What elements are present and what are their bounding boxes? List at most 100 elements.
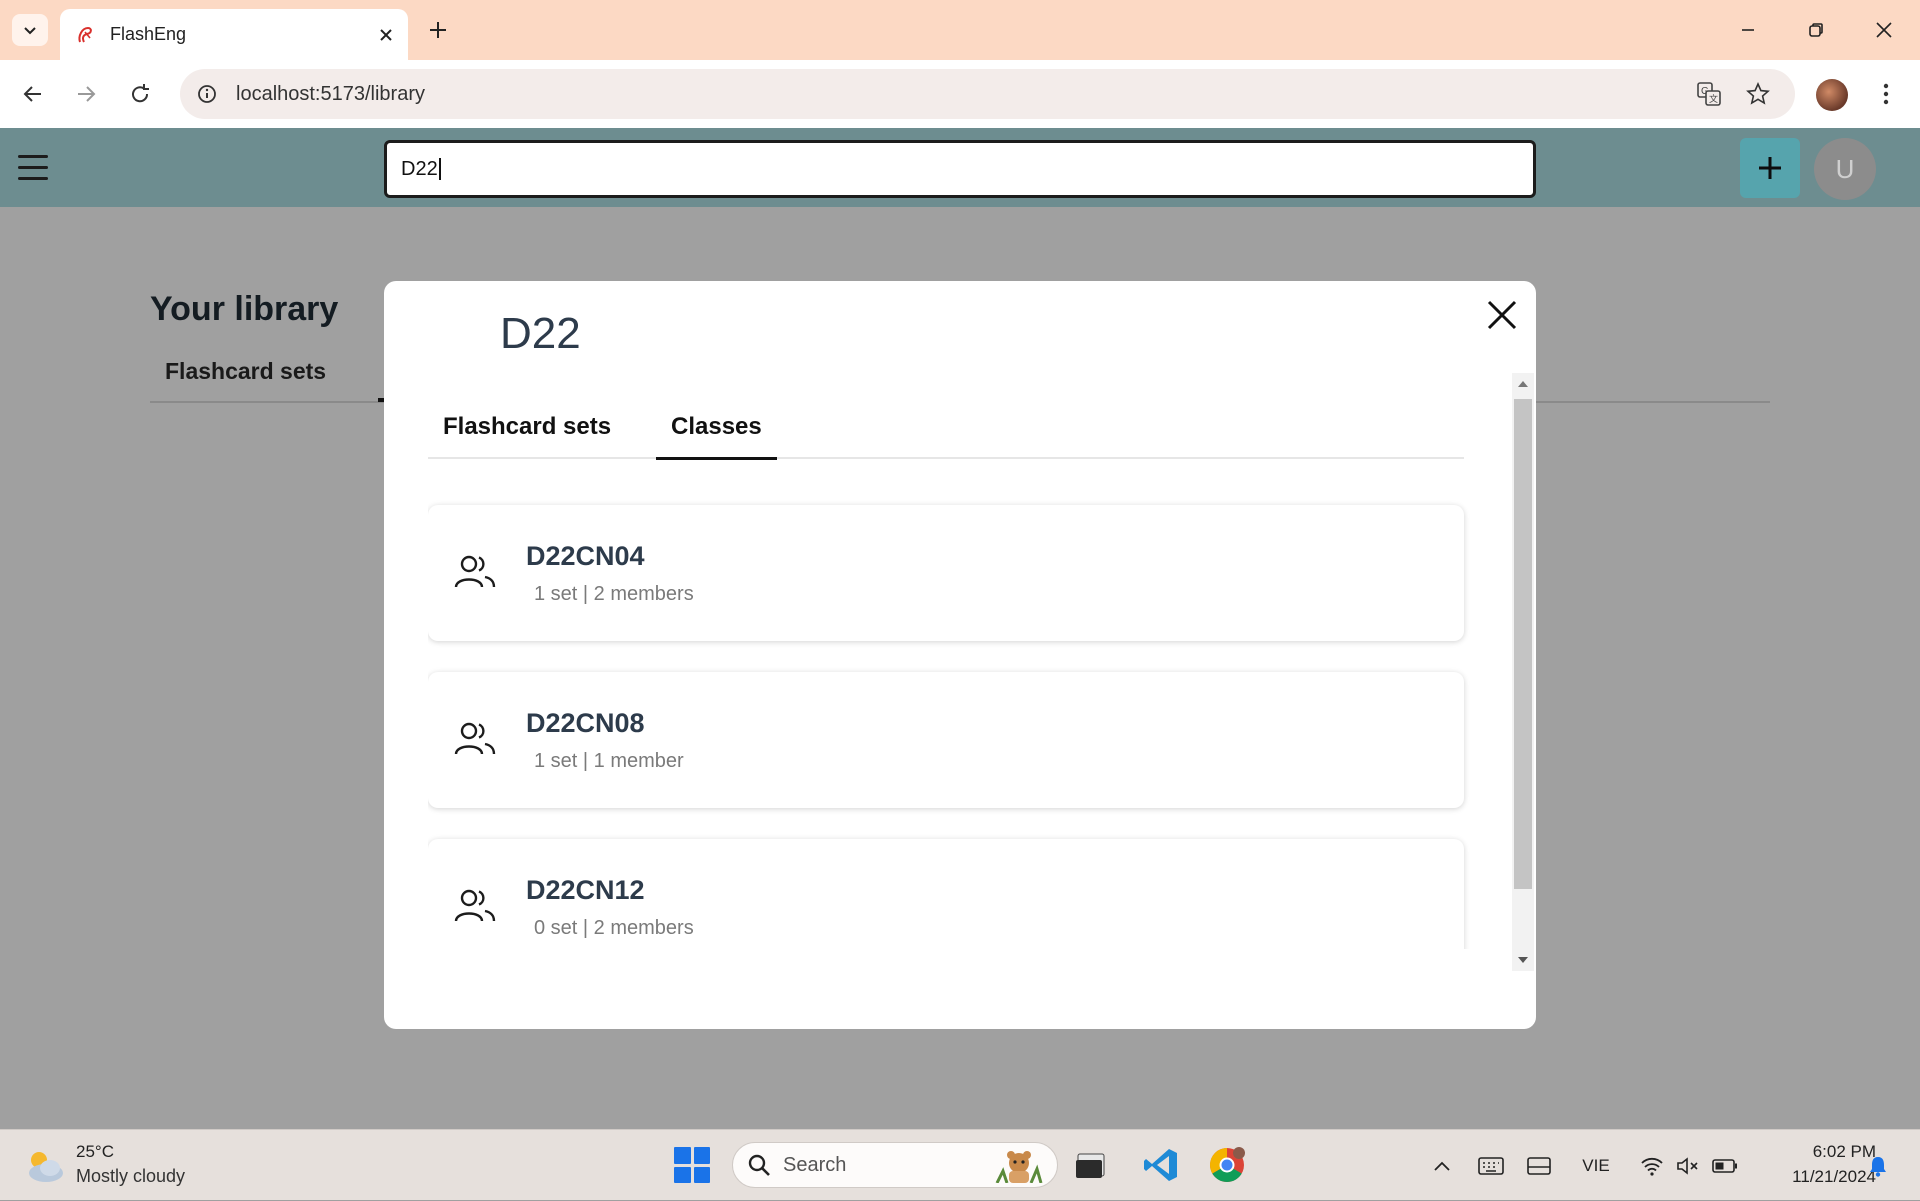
users-icon — [454, 722, 496, 755]
users-icon — [454, 555, 496, 588]
forward-button[interactable] — [66, 74, 106, 114]
scroll-down-arrow[interactable] — [1512, 951, 1534, 969]
tab-title: FlashEng — [110, 24, 187, 44]
translate-button[interactable]: G文 — [1686, 69, 1732, 119]
class-meta: 0 set | 2 members — [534, 917, 694, 939]
scrollbar-thumb[interactable] — [1514, 399, 1532, 889]
svg-text:文: 文 — [1709, 93, 1718, 104]
weather-temperature: 25°C — [76, 1142, 114, 1161]
tab-flashcard-sets[interactable]: Flashcard sets — [428, 411, 626, 459]
class-meta: 1 set | 1 member — [534, 750, 684, 772]
plus-icon — [1759, 157, 1781, 179]
windows-logo-tile — [693, 1147, 710, 1164]
class-card[interactable]: D22CN08 1 set | 1 member — [428, 672, 1464, 808]
arrow-right-icon — [78, 86, 96, 102]
search-results-modal: D22 Flashcard sets Classes D22CN04 1 set… — [384, 281, 1536, 1029]
windows-logo-tile — [674, 1166, 691, 1183]
tab-close-button[interactable] — [372, 21, 400, 49]
class-name: D22CN04 — [526, 541, 645, 571]
volume-status[interactable] — [1672, 1130, 1704, 1201]
file-explorer-taskbar-icon[interactable] — [1070, 1144, 1112, 1186]
page-title: Your library — [150, 290, 339, 328]
start-button[interactable] — [674, 1147, 710, 1183]
browser-toolbar: localhost:5173/library G文 — [0, 60, 1920, 128]
chrome-icon — [1210, 1147, 1245, 1182]
reload-button[interactable] — [120, 74, 160, 114]
class-card[interactable]: D22CN12 0 set | 2 members — [428, 839, 1464, 949]
volume-muted-icon — [1677, 1156, 1698, 1175]
translate-icon: G文 — [1697, 82, 1721, 106]
app-header: D22 U — [0, 128, 1920, 207]
create-button[interactable] — [1740, 138, 1800, 198]
close-icon — [1487, 300, 1517, 330]
keyboard-icon — [1478, 1156, 1504, 1175]
windows-logo-tile — [693, 1166, 710, 1183]
arrow-left-icon — [23, 86, 41, 102]
notifications-button[interactable] — [1862, 1130, 1894, 1201]
battery-icon — [1712, 1158, 1737, 1173]
result-tabs: Flashcard sets Classes — [428, 411, 1464, 460]
hamburger-line — [18, 154, 48, 158]
modal-title: D22 — [500, 309, 581, 358]
show-hidden-icons-button[interactable] — [1426, 1130, 1458, 1201]
close-icon — [1876, 22, 1892, 38]
search-input-value: D22 — [401, 157, 438, 180]
wifi-status[interactable] — [1636, 1130, 1668, 1201]
address-bar[interactable]: localhost:5173/library G文 — [180, 69, 1795, 119]
more-vertical-icon — [1883, 83, 1889, 105]
tablet-icon — [1527, 1156, 1551, 1175]
reload-icon — [132, 84, 149, 103]
touch-keyboard-button[interactable] — [1474, 1130, 1508, 1201]
text-caret — [438, 158, 441, 180]
triangle-down-icon — [1518, 957, 1528, 963]
clock-date[interactable]: 11/21/2024 — [1756, 1167, 1876, 1187]
bell-icon — [1870, 1156, 1886, 1177]
browser-profile-avatar[interactable] — [1816, 79, 1848, 111]
new-tab-button[interactable] — [420, 14, 456, 46]
scroll-up-arrow[interactable] — [1512, 375, 1534, 393]
language-indicator[interactable]: VIE — [1576, 1130, 1616, 1201]
windows-logo-tile — [674, 1147, 691, 1164]
search-icon — [748, 1154, 770, 1176]
browser-menu-button[interactable] — [1868, 76, 1904, 112]
browser-tab-bar: FlashEng — [0, 0, 1920, 60]
plus-icon — [430, 22, 446, 38]
tablet-mode-button[interactable] — [1522, 1130, 1556, 1201]
star-icon — [1746, 82, 1770, 105]
cloudy-weather-icon[interactable] — [24, 1146, 66, 1186]
modal-scrollbar[interactable] — [1512, 373, 1534, 971]
browser-tab-active[interactable]: FlashEng — [60, 9, 408, 60]
class-name: D22CN08 — [526, 708, 645, 738]
search-input[interactable]: D22 — [384, 140, 1536, 198]
triangle-up-icon — [1518, 381, 1528, 387]
user-avatar[interactable]: U — [1814, 138, 1876, 200]
info-icon — [198, 85, 216, 103]
vscode-taskbar-icon[interactable] — [1140, 1144, 1182, 1186]
tab-search-dropdown-button[interactable] — [12, 14, 48, 46]
window-close-button[interactable] — [1860, 10, 1908, 50]
chevron-up-icon — [1434, 1161, 1450, 1171]
modal-close-button[interactable] — [1482, 295, 1522, 335]
modal-scroll-area[interactable]: Flashcard sets Classes D22CN04 1 set | 2… — [428, 371, 1476, 949]
taskbar: 25°C Mostly cloudy Search VIE 6:02 PM 11… — [0, 1129, 1920, 1200]
window-restore-button[interactable] — [1792, 10, 1840, 50]
taskbar-search[interactable]: Search — [732, 1142, 1058, 1188]
restore-icon — [1809, 23, 1823, 37]
file-manager-icon — [1076, 1153, 1105, 1178]
site-info-icon[interactable] — [184, 71, 230, 117]
taskbar-search-label: Search — [783, 1153, 847, 1176]
close-icon — [380, 28, 392, 41]
url-text: localhost:5173/library — [236, 82, 425, 105]
back-button[interactable] — [13, 74, 53, 114]
window-minimize-button[interactable] — [1724, 10, 1772, 50]
bookmark-button[interactable] — [1735, 69, 1781, 119]
chrome-taskbar-icon[interactable] — [1206, 1144, 1248, 1186]
tab-classes[interactable]: Classes — [656, 411, 777, 460]
class-card[interactable]: D22CN04 1 set | 2 members — [428, 505, 1464, 641]
minimize-icon — [1742, 29, 1754, 31]
flasheng-logo-icon — [78, 26, 92, 42]
menu-button[interactable] — [14, 148, 52, 186]
battery-status[interactable] — [1708, 1130, 1742, 1201]
library-tab-flashcard-sets[interactable]: Flashcard sets — [165, 358, 326, 385]
hamburger-line — [18, 176, 48, 180]
